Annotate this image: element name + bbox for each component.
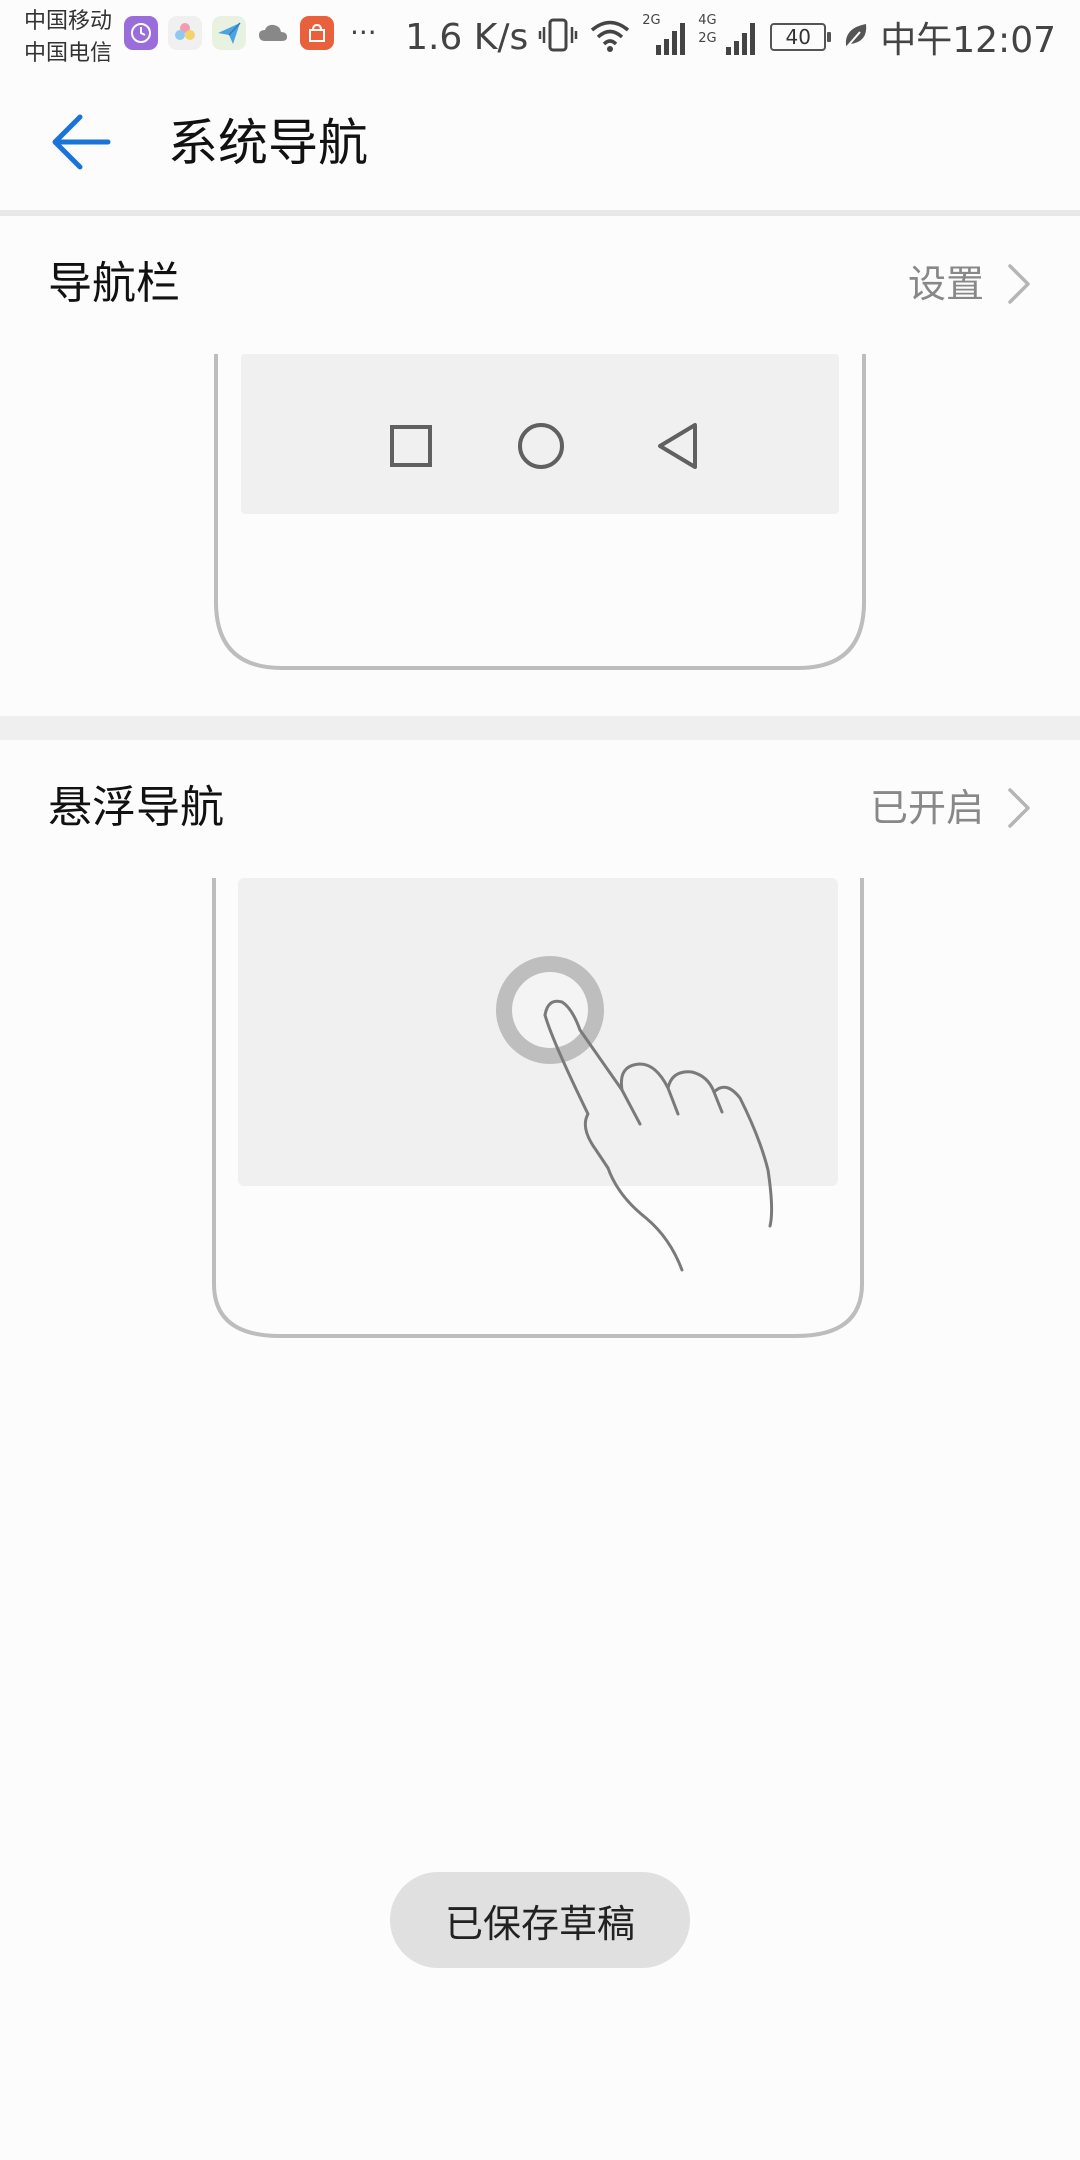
cloud-icon: [256, 16, 290, 50]
gallery-icon: [168, 16, 202, 50]
more-notifications-icon: ···: [350, 16, 377, 49]
arrow-left-icon: [52, 114, 111, 170]
status-bar: 中国移动 中国电信 ··· 1.6 K/s 2G 4G 2G 40 中午12:0…: [0, 0, 1080, 74]
carrier-1: 中国移动: [24, 9, 113, 34]
back-button[interactable]: [38, 106, 124, 178]
carrier-labels: 中国移动 中国电信: [24, 6, 112, 70]
page-title: 系统导航: [168, 114, 368, 172]
wifi-icon: [588, 17, 632, 57]
vibrate-icon: [538, 17, 578, 57]
battery-indicator: 40: [770, 23, 832, 51]
signal-2g-icon: 2G: [642, 13, 688, 57]
network-speed: 1.6 K/s: [405, 16, 529, 58]
navigation-bar-illustration: [214, 354, 866, 670]
navigation-bar-section: 导航栏 设置: [0, 216, 1080, 716]
section-divider: [0, 716, 1080, 740]
carrier-2: 中国电信: [24, 41, 113, 66]
notification-icons: ···: [124, 16, 377, 50]
app-bar: 系统导航: [0, 74, 1080, 210]
signal-4g-2g-icon: 4G 2G: [698, 13, 760, 57]
eco-leaf-icon: [842, 20, 870, 54]
system-navigation-screen: 中国移动 中国电信 ··· 1.6 K/s 2G 4G 2G 40 中午12:0…: [0, 0, 1080, 2160]
store-icon: [300, 16, 334, 50]
floating-nav-illustration: [212, 878, 864, 1338]
floating-dock-icon: [496, 956, 604, 1064]
clock-app-icon: [124, 16, 158, 50]
send-icon: [212, 16, 246, 50]
status-clock: 中午12:07: [880, 20, 1056, 61]
floating-nav-section: 悬浮导航 已开启: [0, 740, 1080, 1360]
toast-message: 已保存草稿: [390, 1872, 690, 1968]
status-indicators: 1.6 K/s 2G 4G 2G 40 中午12:07: [405, 12, 1056, 62]
